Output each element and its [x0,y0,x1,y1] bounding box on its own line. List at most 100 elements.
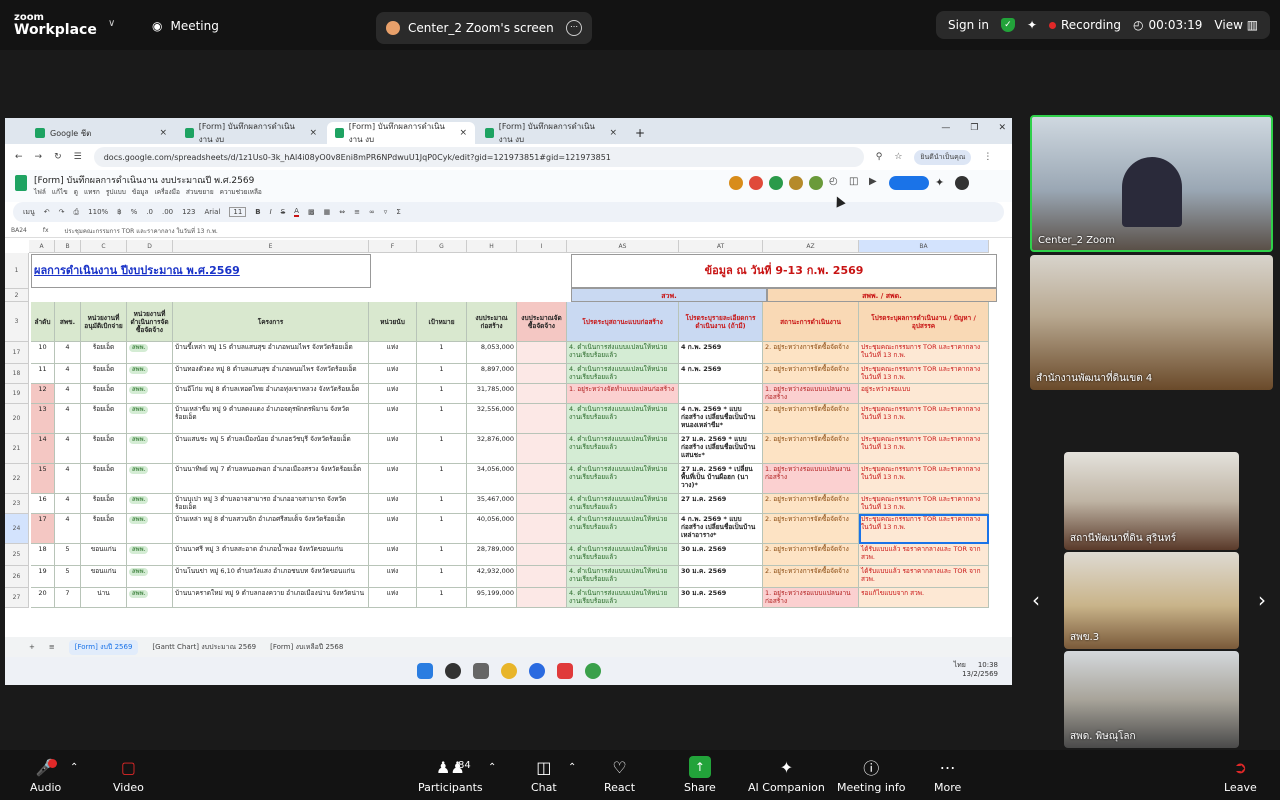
table-cell[interactable] [517,566,567,588]
table-cell[interactable]: 17 [31,514,55,544]
menu-extensions[interactable]: ส่วนขยาย [186,187,214,197]
dropdown-chip[interactable]: สพพ. [129,386,149,394]
reload-icon[interactable]: ↻ [54,152,62,162]
menu-insert[interactable]: แทรก [84,187,100,197]
meet-icon[interactable]: ▶ [869,176,883,190]
table-cell[interactable]: สพพ. [127,544,173,566]
table-cell[interactable]: บ้านโนนข่า หมู่ 6,10 ตำบลวังแสง อำเภอชนบ… [173,566,369,588]
row-header[interactable]: 27 [5,588,29,608]
font-size[interactable]: 11 [229,207,247,217]
table-cell[interactable]: 15 [31,464,55,494]
table-cell[interactable] [517,404,567,434]
table-cell[interactable]: 32,876,000 [467,434,517,464]
column-title[interactable]: โปรดระบุผลการดำเนินงาน / ปัญหา / อุปสรรค [859,302,989,342]
row-header[interactable]: 24 [5,514,29,544]
column-title[interactable]: สพข. [55,302,81,342]
audio-button[interactable]: 🎤 Audio [30,756,61,795]
table-cell[interactable]: 13 [31,404,55,434]
dropdown-chip[interactable]: สพพ. [129,466,149,474]
dropdown-chip[interactable]: สพพ. [129,546,149,554]
column-title[interactable]: หน่วยงานที่ดำเนินการจัดซื้อจัดจ้าง [127,302,173,342]
chrome-icon[interactable] [584,663,601,679]
group-header[interactable]: สวพ. [571,288,767,302]
comment-icon[interactable]: ◫ [849,176,863,190]
video-button[interactable]: ▢ Video [113,756,144,795]
back-icon[interactable]: ← [15,152,23,162]
table-cell[interactable]: 1 [417,364,467,384]
table-cell[interactable]: สพพ. [127,434,173,464]
borders-icon[interactable]: ▦ [324,208,331,216]
column-header[interactable]: AZ [763,240,859,253]
row-header[interactable]: 26 [5,566,29,588]
avatar[interactable] [955,176,969,190]
table-cell[interactable] [517,588,567,608]
share-button[interactable]: ↑ Share [684,756,716,794]
sheet-tab[interactable]: [Gantt Chart] งบประมาณ 2569 [152,642,256,653]
table-cell[interactable]: 8,897,000 [467,364,517,384]
table-cell[interactable]: 1 [417,494,467,514]
table-cell[interactable]: บ้านทองตัวดง หมู่ 8 ตำบลแสนสุข อำเภอพนมไ… [173,364,369,384]
table-cell[interactable]: ร้อยเอ็ด [81,494,127,514]
menu-file[interactable]: ไฟล์ [34,187,46,197]
all-sheets-icon[interactable]: ≡ [49,643,55,651]
table-cell[interactable]: 4 ก.พ. 2569 * แบบก่อสร้าง เปลี่ยนชื่อเป็… [679,404,763,434]
dropdown-chip[interactable]: สพพ. [129,516,149,524]
table-cell[interactable]: 1 [417,588,467,608]
table-cell[interactable]: ร้อยเอ็ด [81,464,127,494]
browser-tab[interactable]: [Form] บันทึกผลการดำเนินงาน งบ × [177,122,325,144]
row-header[interactable]: 19 [5,384,29,404]
table-cell[interactable]: แห่ง [369,434,417,464]
table-cell[interactable]: 10 [31,342,55,364]
recording-indicator[interactable]: Recording [1049,18,1121,32]
table-cell[interactable]: 95,199,000 [467,588,517,608]
status-dropdown[interactable]: 4. ดำเนินการส่งแบบแปลนให้หน่วยงานเรียบร้… [567,544,679,566]
next-page-icon[interactable]: › [1258,588,1266,612]
table-cell[interactable]: ประชุมคณะกรรมการ TOR และราคากลาง ในวันที… [859,342,989,364]
table-cell[interactable]: 1 [417,544,467,566]
system-tray[interactable]: ไทย 10:38 13/2/2569 [954,661,998,679]
table-cell[interactable]: 1 [417,404,467,434]
italic-button[interactable]: I [270,208,272,216]
column-header[interactable]: H [467,240,517,253]
status-dropdown[interactable]: 2. อยู่ระหว่างการจัดซื้อจัดจ้าง [763,434,859,464]
table-cell[interactable]: 4 [55,404,81,434]
table-cell[interactable]: ร้อยเอ็ด [81,342,127,364]
table-cell[interactable]: 30 ม.ค. 2569 [679,566,763,588]
table-cell[interactable]: แห่ง [369,364,417,384]
table-cell[interactable]: แห่ง [369,342,417,364]
status-dropdown[interactable]: 1. อยู่ระหว่างจัดทำแบบแปลนก่อสร้าง [567,384,679,404]
site-info-icon[interactable]: ☰ [74,152,82,162]
table-cell[interactable]: 30 ม.ค. 2569 [679,544,763,566]
table-cell[interactable]: ร้อยเอ็ด [81,514,127,544]
leave-button[interactable]: ➲ Leave [1224,756,1257,795]
participant-tile[interactable]: สำนักงานพัฒนาที่ดินเขต 4 [1030,255,1273,390]
name-box[interactable]: BA24 [11,227,27,234]
column-header[interactable]: F [369,240,417,253]
row-header[interactable]: 17 [5,342,29,364]
table-cell[interactable]: 7 [55,588,81,608]
dropdown-chip[interactable]: สพพ. [129,496,149,504]
table-cell[interactable]: 27 ม.ค. 2569 * เปลี่ยนพื้นที่เป็น บ้านผื… [679,464,763,494]
row-header[interactable]: 18 [5,364,29,384]
status-dropdown[interactable]: 2. อยู่ระหว่างการจัดซื้อจัดจ้าง [763,494,859,514]
gemini-icon[interactable]: ✦ [935,176,949,190]
column-title[interactable]: ลำดับ [31,302,55,342]
column-title[interactable]: เป้าหมาย [417,302,467,342]
table-cell[interactable]: 4 [55,364,81,384]
bold-button[interactable]: B [255,208,260,216]
table-cell[interactable]: 4 [55,494,81,514]
dropdown-chip[interactable]: สพพ. [129,436,149,444]
column-title[interactable]: งบประมาณจัดซื้อจัดจ้าง [517,302,567,342]
browser-tab[interactable]: [Form] บันทึกผลการดำเนินงาน งบ × [477,122,625,144]
column-header[interactable]: AT [679,240,763,253]
table-cell[interactable]: 8,053,000 [467,342,517,364]
column-header[interactable]: BA [859,240,989,253]
status-dropdown[interactable]: 4. ดำเนินการส่งแบบแปลนให้หน่วยงานเรียบร้… [567,342,679,364]
table-cell[interactable]: 20 [31,588,55,608]
font-select[interactable]: Arial [205,208,221,216]
table-cell[interactable]: 4 [55,384,81,404]
table-cell[interactable]: 28,789,000 [467,544,517,566]
table-cell[interactable]: 1 [417,434,467,464]
row-header[interactable]: 23 [5,494,29,514]
table-cell[interactable]: บ้านนาศรี หมู่ 3 ตำบลสะอาด อำเภอน้ำพอง จ… [173,544,369,566]
